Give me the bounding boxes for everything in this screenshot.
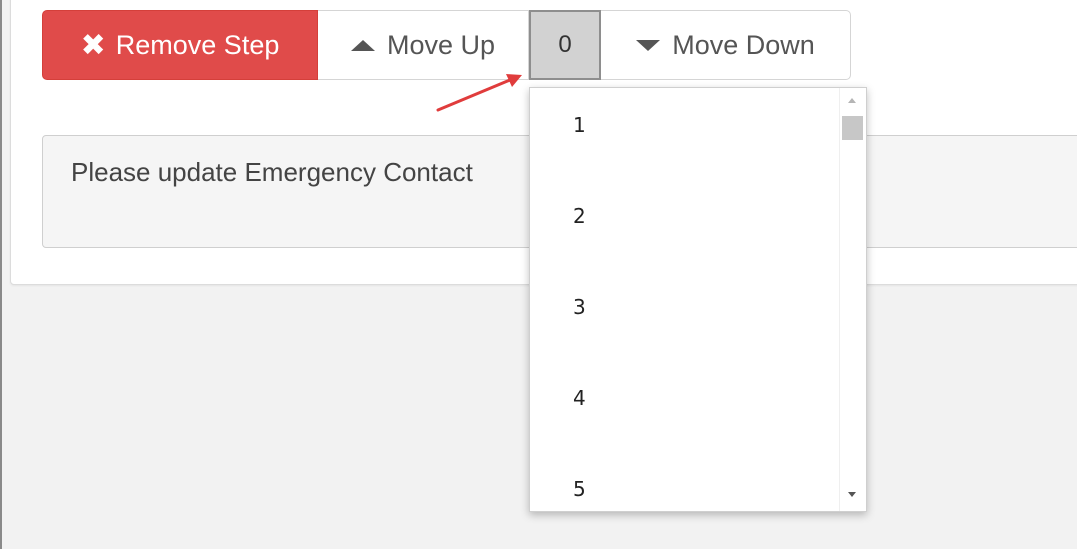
dropdown-option[interactable]: 1 [573, 113, 586, 137]
step-order-dropdown[interactable]: 1 2 3 4 5 [529, 87, 867, 512]
dropdown-option[interactable]: 4 [573, 386, 586, 410]
caret-down-icon [636, 39, 661, 51]
move-down-button[interactable]: Move Down [601, 10, 851, 80]
caret-up-icon [350, 39, 375, 51]
remove-step-label: Remove Step [115, 29, 280, 60]
times-icon: ✖ [80, 28, 106, 62]
step-order-select[interactable]: 0 [529, 10, 601, 80]
step-message-text: Please update Emergency Contact [71, 157, 473, 187]
dropdown-option[interactable]: 3 [573, 295, 586, 319]
move-down-label: Move Down [672, 29, 815, 60]
scroll-thumb[interactable] [842, 116, 863, 140]
dropdown-option[interactable]: 5 [573, 477, 586, 501]
remove-step-button[interactable]: ✖ Remove Step [42, 10, 318, 80]
scroll-down-icon[interactable] [848, 492, 856, 497]
annotation-arrow-icon [436, 74, 522, 112]
scroll-up-icon[interactable] [848, 98, 856, 103]
dropdown-scrollbar[interactable] [839, 88, 866, 511]
dropdown-option[interactable]: 2 [573, 204, 586, 228]
step-order-value: 0 [558, 31, 572, 58]
move-up-label: Move Up [386, 29, 496, 60]
dropdown-list: 1 2 3 4 5 [530, 88, 840, 511]
